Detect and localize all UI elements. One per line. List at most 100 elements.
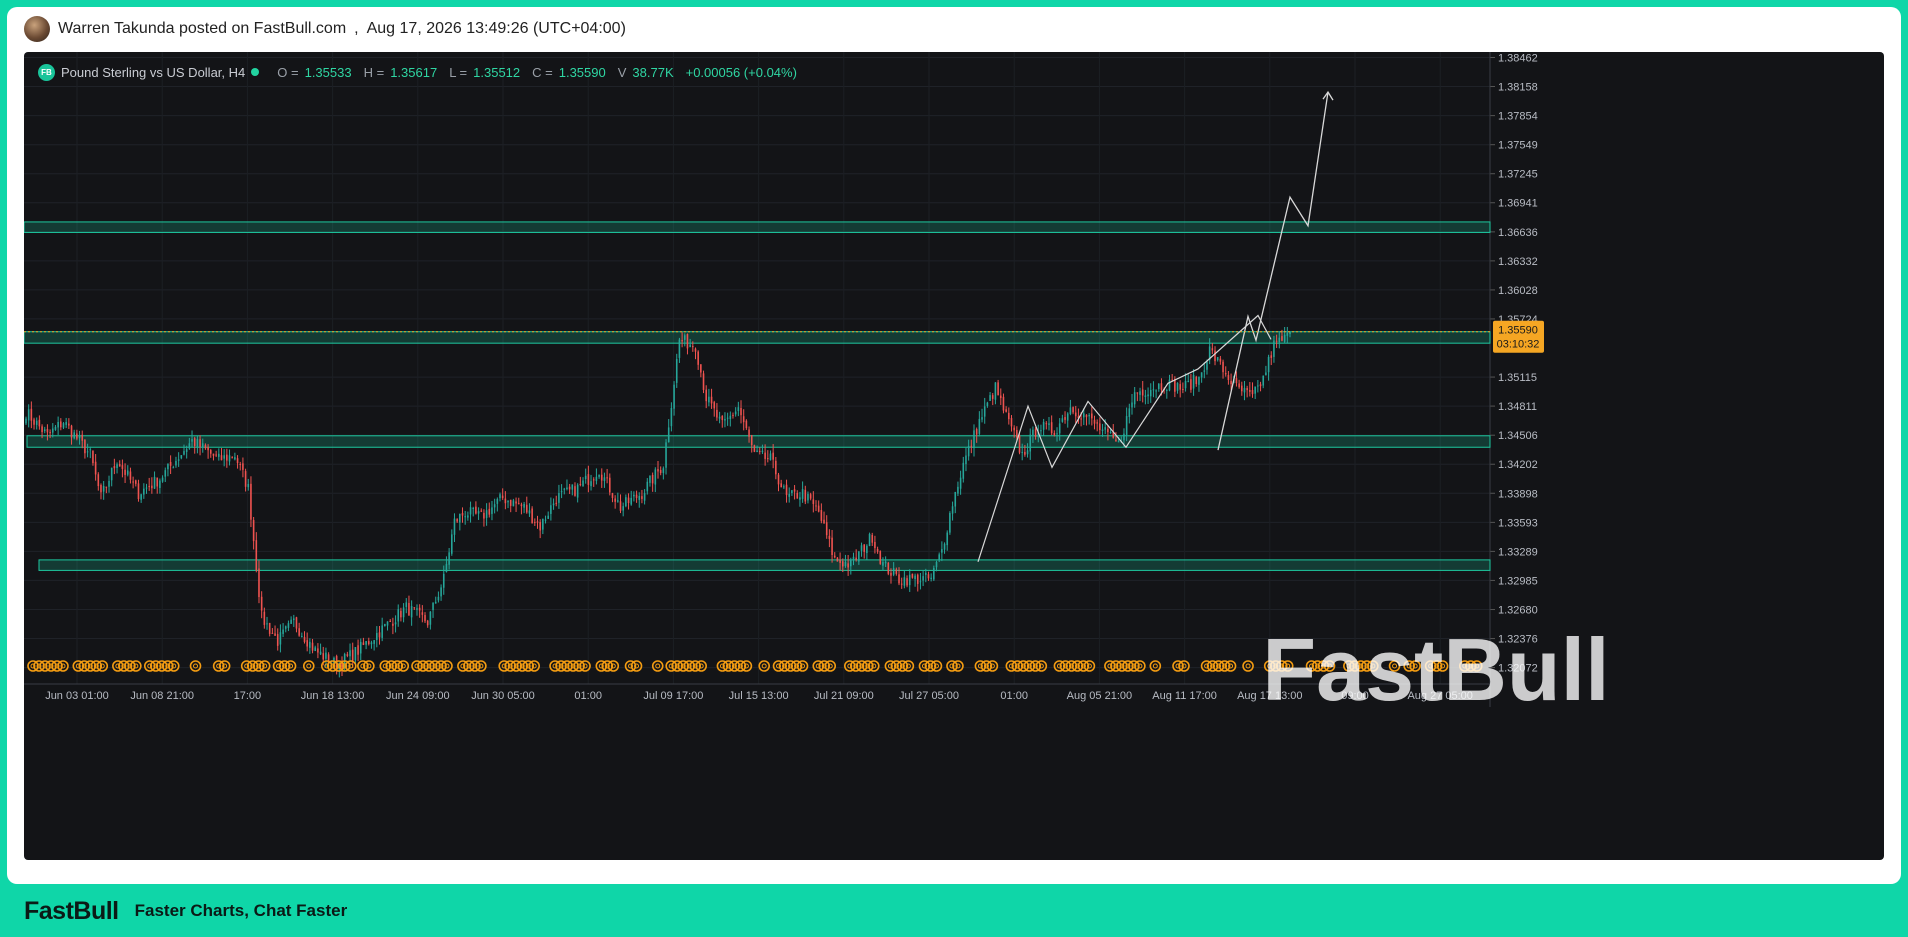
candle-body [191, 439, 193, 442]
x-tick-label: Aug 11 17:00 [1152, 690, 1217, 702]
candle-body [496, 498, 499, 504]
candle-body [809, 494, 812, 499]
candle-body [1058, 423, 1061, 434]
candle-body [635, 494, 638, 499]
candle-body [555, 502, 558, 504]
x-tick-label: Jun 03 01:00 [45, 690, 109, 702]
candle-body [493, 504, 496, 508]
candle-body [129, 471, 132, 480]
high-label: H = [363, 64, 385, 80]
chart-canvas[interactable]: 1.38462 1.38158 1.37854 1.37549 1.37245 1.369… [24, 52, 1884, 860]
candle-body [531, 508, 533, 524]
candle-body [1246, 388, 1248, 391]
candle-body [1262, 375, 1265, 386]
event-marker-icon [1242, 660, 1254, 672]
candle-body [801, 489, 804, 499]
candle-body [713, 402, 716, 409]
candle-body [868, 533, 871, 546]
x-tick-label: Aug 05 21:00 [1067, 690, 1132, 702]
candle-body [424, 615, 426, 622]
author-line[interactable]: Warren Takunda posted on FastBull.com [58, 20, 346, 38]
candle-body [914, 575, 916, 579]
candle-body [410, 606, 413, 618]
candle-body [721, 415, 724, 421]
candle-body [1235, 378, 1238, 384]
candle-body [292, 618, 295, 621]
low-value: 1.35512 [473, 64, 521, 80]
candle-body [860, 545, 863, 551]
candle-body [550, 505, 552, 514]
candle-body [1273, 340, 1275, 357]
price-chart[interactable]: FB Pound Sterling vs US Dollar, H4 O = 1… [24, 52, 1884, 860]
candle-body [1147, 394, 1149, 397]
author-avatar[interactable] [24, 16, 50, 42]
candle-body [911, 573, 914, 578]
y-tick-label: 1.32985 [1498, 575, 1538, 587]
candle-body [1123, 433, 1125, 441]
candle-body [619, 501, 622, 511]
candle-body [1192, 375, 1195, 389]
candle-body [392, 623, 394, 626]
candle-body [402, 607, 405, 618]
candle-body [110, 467, 113, 481]
candle-body [1050, 422, 1053, 434]
candle-body [1136, 392, 1139, 394]
candle-body [1013, 427, 1015, 431]
candle-body [1152, 389, 1155, 391]
candle-body [1056, 433, 1058, 435]
x-tick-label: Jun 18 13:00 [301, 690, 365, 702]
candle-body [547, 515, 550, 519]
candle-body [954, 491, 957, 507]
footer-logo[interactable]: FastBull [24, 897, 119, 926]
symbol-title[interactable]: Pound Sterling vs US Dollar, H4 [61, 65, 245, 80]
header-separator: , [354, 20, 359, 37]
candle-body [177, 459, 180, 461]
candle-body [726, 417, 729, 419]
candle-body [732, 414, 734, 416]
x-tick-label: 01:00 [574, 690, 602, 702]
candle-body [97, 474, 100, 487]
candle-body [544, 519, 547, 521]
candle-body [325, 652, 327, 659]
candle-body [413, 607, 416, 609]
candle-body [1176, 382, 1179, 391]
candle-body [51, 428, 54, 433]
x-tick-label: Jun 24 09:00 [386, 690, 450, 702]
candle-body [692, 346, 694, 348]
candle-body [453, 518, 456, 535]
footer: FastBull Faster Charts, Chat Faster [24, 896, 347, 926]
candle-body [1141, 389, 1144, 396]
candle-body [148, 486, 150, 488]
candle-body [231, 457, 234, 459]
candle-body [362, 642, 365, 645]
y-tick-label: 1.34811 [1498, 401, 1537, 413]
candle-body [188, 443, 191, 449]
candle-body [57, 422, 59, 428]
candle-body [903, 577, 906, 586]
candle-body [871, 534, 874, 543]
candle-body [459, 513, 461, 523]
candle-body [614, 498, 616, 502]
candle-body [421, 612, 424, 615]
candle-body [512, 500, 515, 507]
candle-body [464, 516, 466, 518]
candle-body [1018, 435, 1021, 453]
candle-body [753, 445, 756, 452]
candle-body [823, 519, 825, 524]
candle-body [1074, 412, 1077, 417]
candle-body [94, 461, 97, 475]
candle-body [1184, 381, 1187, 389]
candle-body [1026, 450, 1029, 455]
candle-body [1203, 370, 1206, 372]
candle-body [1168, 379, 1171, 391]
candle-body [866, 545, 868, 554]
candle-body [376, 633, 378, 640]
candle-body [1093, 419, 1096, 424]
candle-body [215, 454, 217, 456]
close-label: C = [532, 64, 553, 80]
candle-body [1190, 379, 1192, 390]
candle-body [887, 562, 890, 574]
candle-body [373, 640, 375, 644]
candle-body [1053, 432, 1056, 436]
support-resistance-zone [26, 435, 1491, 448]
